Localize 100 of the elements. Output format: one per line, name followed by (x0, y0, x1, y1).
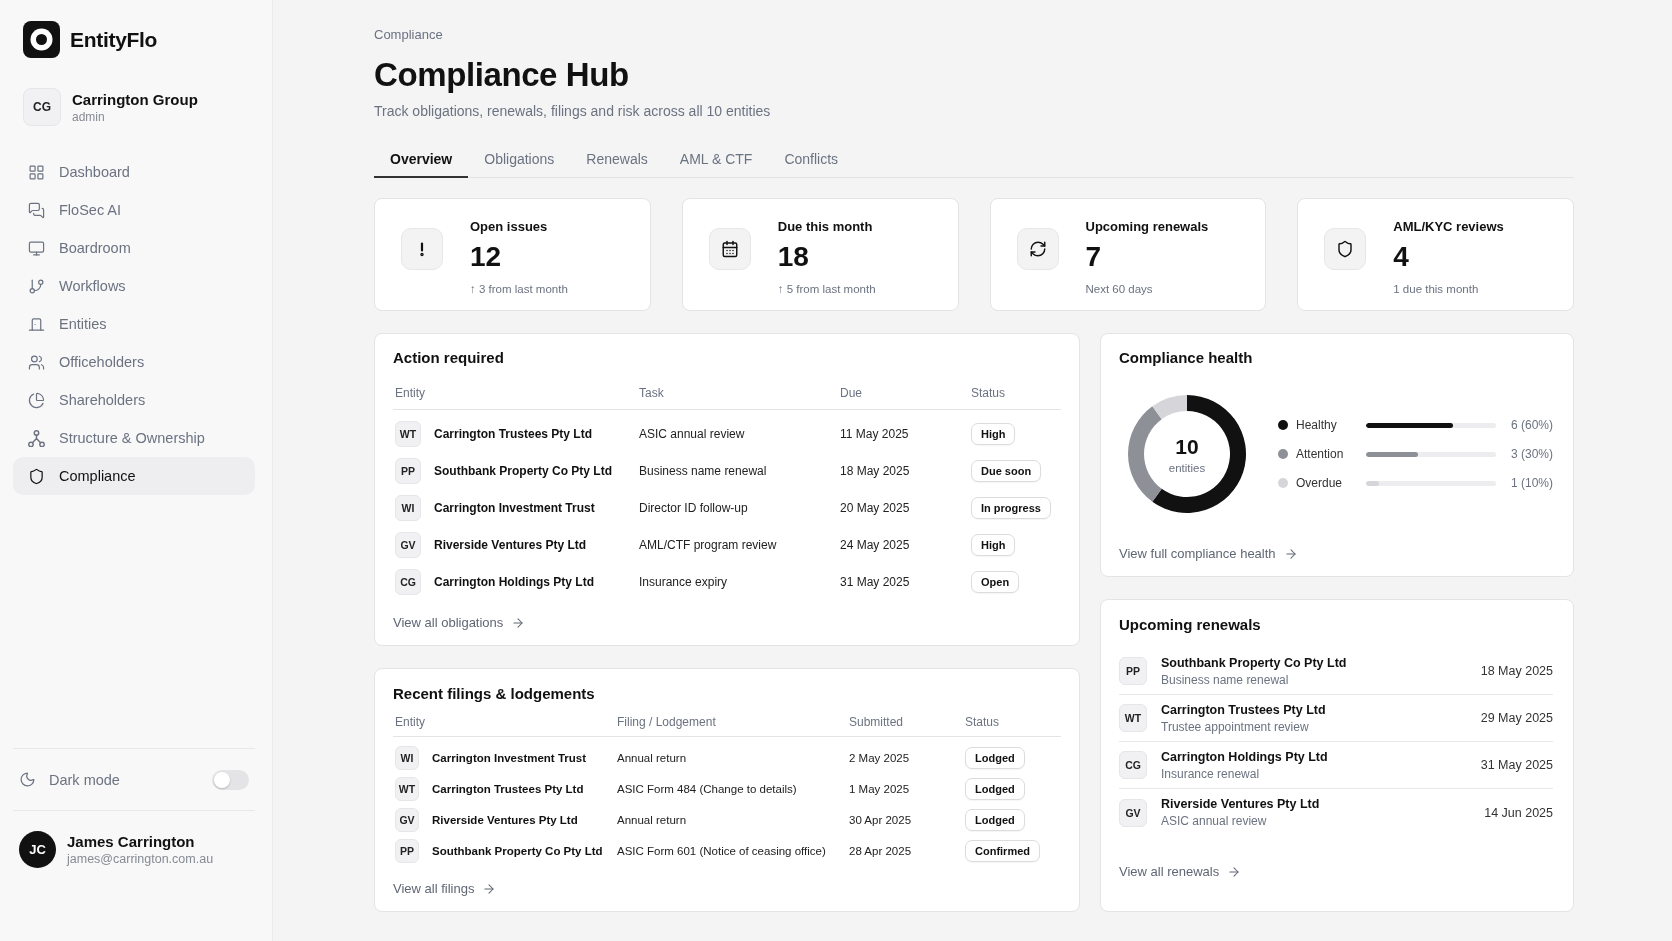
legend-label: Healthy (1296, 418, 1338, 432)
column-header: Submitted (849, 715, 905, 729)
entity-name: Carrington Trustees Pty Ltd (434, 426, 593, 441)
tab[interactable]: Overview (374, 141, 469, 178)
card-title: Compliance health (1119, 349, 1254, 367)
table-cell-text: Insurance expiry (639, 574, 729, 589)
legend-value: 1 (10%) (1510, 476, 1553, 490)
page-title: Compliance Hub (374, 56, 630, 94)
sidebar-item[interactable]: Boardroom (13, 229, 255, 267)
card-title: Action required (393, 349, 505, 367)
status-badge: Lodged (965, 777, 1025, 800)
status-badge: High (971, 533, 1016, 556)
stat-label: Open issues (470, 219, 549, 235)
legend-label: Overdue (1296, 476, 1344, 490)
renewal-date: 14 Jun 2025 (1484, 805, 1553, 820)
table-cell-text: AML/CTF program review (639, 537, 778, 552)
entity-initials: GV (395, 807, 419, 832)
status-badge: Open (971, 570, 1020, 593)
entity-initials: WI (395, 494, 421, 521)
renewal-task: Trustee appointment review (1161, 719, 1310, 734)
sidebar-item[interactable]: FloSec AI (13, 191, 255, 229)
org-initials: CG (23, 88, 61, 126)
column-header: Status (971, 386, 1007, 400)
entity-name: Carrington Investment Trust (432, 751, 586, 764)
legend-value: 3 (30%) (1510, 447, 1553, 461)
entity-initials: CG (1119, 751, 1147, 779)
donut-total: 10 (1175, 434, 1199, 459)
stat-note: ↑ 3 from last month (470, 282, 568, 296)
sidebar-item[interactable]: Workflows (13, 267, 255, 305)
stat-label: AML/KYC reviews (1393, 219, 1504, 235)
table-cell-text: 31 May 2025 (840, 574, 911, 589)
donut-caption: entities (1168, 461, 1206, 474)
arrow-right-icon (482, 882, 497, 896)
branch-icon (28, 277, 45, 295)
table-cell-text: 2 May 2025 (849, 751, 911, 764)
stat-note: Next 60 days (1085, 282, 1154, 296)
column-header: Entity (395, 386, 426, 400)
table-cell-text: Annual return (617, 813, 688, 826)
logo-icon (23, 21, 60, 58)
column-header: Filing / Lodgement (617, 715, 717, 729)
status-badge: Lodged (965, 808, 1025, 831)
moon-icon (19, 771, 36, 788)
tab[interactable]: Conflicts (768, 141, 855, 178)
stat-value: 12 (470, 241, 503, 273)
org-role: admin (72, 109, 106, 124)
entity-initials: GV (1119, 798, 1147, 827)
arrow-right-icon (511, 616, 526, 630)
breadcrumb: Compliance (374, 27, 444, 43)
entity-name: Southbank Property Co Pty Ltd (432, 844, 603, 857)
people-icon (28, 353, 45, 371)
renewal-date: 29 May 2025 (1480, 711, 1553, 725)
door-icon (28, 315, 45, 333)
org-name: Carrington Group (72, 90, 198, 108)
view-all-obligations-link[interactable]: View all obligations (393, 615, 526, 631)
entity-initials: GV (395, 531, 421, 558)
dark-mode-toggle[interactable] (212, 769, 249, 790)
column-header: Status (965, 715, 1001, 729)
view-all-renewals-link[interactable]: View all renewals (1119, 864, 1242, 880)
view-compliance-health-link[interactable]: View full compliance health (1119, 546, 1298, 562)
entity-name: Riverside Ventures Pty Ltd (432, 813, 578, 826)
donut-slice (1128, 406, 1162, 502)
stat-value: 7 (1085, 241, 1103, 273)
table-cell-text: Director ID follow-up (639, 500, 749, 515)
arrow-right-icon (1283, 547, 1298, 561)
entity-initials: PP (395, 457, 421, 484)
chat-icon (28, 201, 45, 219)
sidebar-item[interactable]: Structure & Ownership (13, 419, 255, 457)
sidebar-item[interactable]: Officeholders (13, 343, 255, 381)
entity-initials: PP (395, 838, 419, 863)
stat-note: 1 due this month (1393, 282, 1480, 296)
entity-name: Carrington Trustees Pty Ltd (1161, 702, 1326, 717)
table-cell-text: 18 May 2025 (840, 463, 911, 478)
view-all-filings-link[interactable]: View all filings (393, 881, 497, 897)
entity-name: Riverside Ventures Pty Ltd (1161, 797, 1320, 811)
dark-mode-label: Dark mode (49, 771, 120, 788)
column-header: Task (639, 386, 665, 400)
renewal-task: Insurance renewal (1161, 766, 1261, 781)
renewal-task: Business name renewal (1161, 672, 1290, 687)
table-cell-text: Business name renewal (639, 463, 768, 478)
tab[interactable]: AML & CTF (663, 141, 769, 178)
shield-icon (1324, 228, 1367, 270)
sidebar-item[interactable]: Dashboard (13, 153, 255, 191)
legend-label: Attention (1296, 447, 1345, 461)
table-cell-text: 11 May 2025 (840, 426, 910, 441)
column-header: Due (840, 386, 863, 400)
renewal-date: 18 May 2025 (1480, 664, 1553, 678)
entity-initials: WT (395, 420, 421, 447)
exclamation-icon (401, 228, 443, 270)
stat-label: Due this month (777, 219, 874, 235)
sidebar-item[interactable]: Compliance (13, 457, 255, 495)
sidebar-item[interactable]: Entities (13, 305, 255, 343)
status-badge: High (971, 422, 1016, 445)
table-cell-text: 28 Apr 2025 (849, 844, 913, 857)
entity-initials: WI (395, 745, 419, 770)
tab[interactable]: Renewals (570, 141, 664, 178)
table-cell-text: ASIC Form 601 (Notice of ceasing office) (617, 844, 827, 857)
tab[interactable]: Obligations (468, 141, 571, 178)
calendar-icon (708, 228, 751, 270)
stat-label: Upcoming renewals (1085, 219, 1209, 235)
sidebar-item[interactable]: Shareholders (13, 381, 255, 419)
